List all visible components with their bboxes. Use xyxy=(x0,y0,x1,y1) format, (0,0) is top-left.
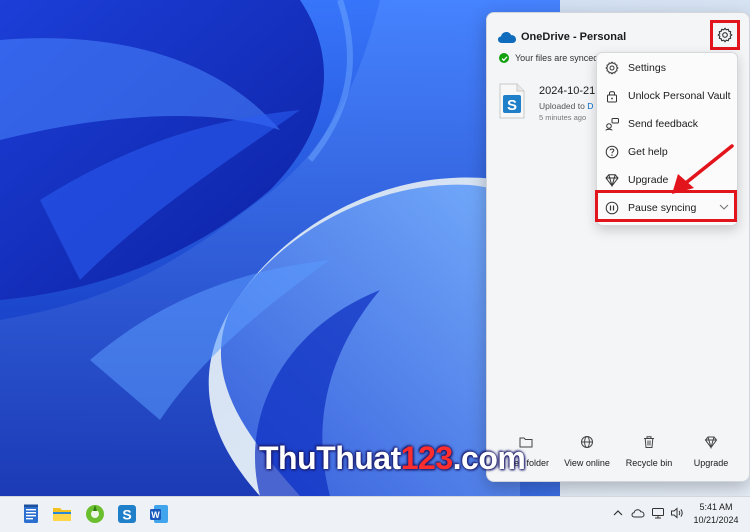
watermark-part-3: .com xyxy=(452,440,526,476)
view-online-label: View online xyxy=(564,458,610,468)
upload-info: Uploaded to D xyxy=(539,101,593,111)
menu-item-settings[interactable]: Settings xyxy=(597,55,737,81)
system-clock[interactable]: 5:41 AM 10/21/2024 xyxy=(690,501,742,527)
sync-status: Your files are synced xyxy=(499,51,598,65)
network-icon[interactable] xyxy=(651,506,665,520)
flyout-title: OneDrive - Personal xyxy=(521,31,627,43)
onedrive-cloud-icon xyxy=(498,32,516,43)
greenshot-icon[interactable] xyxy=(84,503,106,525)
diamond-icon xyxy=(605,174,619,187)
clock-time: 5:41 AM xyxy=(699,502,733,512)
svg-text:W: W xyxy=(151,510,160,520)
flyout-footer: en folder View online Recycle bin Upgrad… xyxy=(487,429,749,481)
upload-time: 5 minutes ago xyxy=(539,113,587,122)
menu-item-label: Settings xyxy=(628,62,666,74)
menu-item-label: Upgrade xyxy=(628,174,669,186)
lock-icon xyxy=(607,91,617,103)
svg-text:S: S xyxy=(122,507,131,523)
gear-icon xyxy=(605,61,619,75)
sync-status-text: Your files are synced xyxy=(515,53,599,63)
upgrade-footer-label: Upgrade xyxy=(693,458,729,468)
recycle-bin-label: Recycle bin xyxy=(625,458,673,468)
watermark-part-1: ThuThuat xyxy=(259,440,401,476)
svg-text:S: S xyxy=(507,97,517,114)
clock-date: 10/21/2024 xyxy=(693,515,739,525)
globe-icon xyxy=(581,436,593,448)
word-icon[interactable]: W xyxy=(148,503,170,525)
watermark-part-2: 123 xyxy=(400,440,453,476)
menu-item-label: Unlock Personal Vault xyxy=(628,90,731,102)
upgrade-footer-button[interactable]: Upgrade xyxy=(687,429,735,481)
notepad-icon[interactable] xyxy=(20,503,42,525)
gear-icon xyxy=(717,27,733,43)
upload-prefix: Uploaded to xyxy=(539,101,585,111)
file-name: 2024-10-21, xyxy=(539,85,599,97)
onedrive-tray-icon[interactable] xyxy=(631,506,645,520)
menu-item-label: Get help xyxy=(628,146,668,158)
recent-file-item[interactable]: S 2024-10-21, Uploaded to D 5 minutes ag… xyxy=(499,77,609,137)
show-hidden-icons-chevron[interactable] xyxy=(613,509,623,517)
volume-icon[interactable] xyxy=(670,506,684,520)
snagit-file-icon: S xyxy=(499,83,525,119)
red-arrow-annotation xyxy=(672,144,734,194)
menu-item-label: Send feedback xyxy=(628,118,699,130)
diamond-icon xyxy=(704,436,718,449)
taskbar: S W 5:41 AM 10/21/2024 xyxy=(0,496,750,532)
settings-gear-button[interactable] xyxy=(710,20,740,50)
check-icon xyxy=(499,53,509,63)
snagit-icon[interactable]: S xyxy=(116,503,138,525)
view-online-button[interactable]: View online xyxy=(561,429,613,481)
feedback-icon xyxy=(605,118,619,131)
recycle-bin-button[interactable]: Recycle bin xyxy=(623,429,675,481)
file-explorer-icon[interactable] xyxy=(51,503,73,525)
menu-item-send-feedback[interactable]: Send feedback xyxy=(597,111,737,137)
help-icon xyxy=(605,145,619,159)
upload-location-link[interactable]: D xyxy=(587,101,593,111)
trash-icon xyxy=(644,436,654,448)
thuthuat123-watermark: ThuThuat123.com xyxy=(259,440,526,477)
menu-item-unlock-vault[interactable]: Unlock Personal Vault xyxy=(597,83,737,109)
